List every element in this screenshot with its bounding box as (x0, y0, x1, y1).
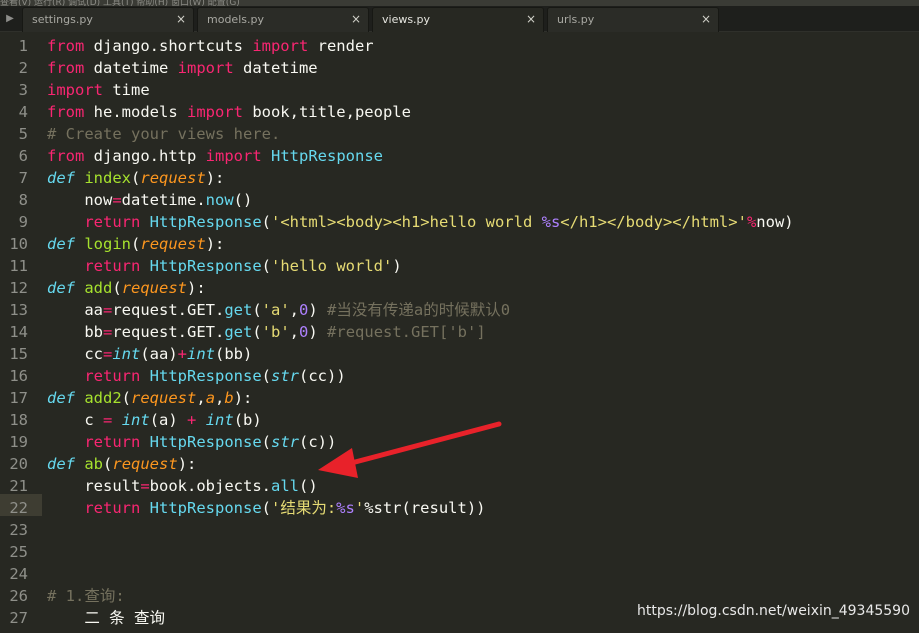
code-line[interactable]: # 1.查询: (47, 585, 125, 607)
line-number: 1 (18, 37, 28, 55)
code-line[interactable]: 二 条 查询 (47, 607, 165, 629)
line-number: 8 (18, 191, 28, 209)
close-icon[interactable]: × (351, 12, 361, 26)
line-number: 10 (9, 235, 28, 253)
code-line[interactable]: def login(request): (47, 233, 224, 255)
line-number: 7 (18, 169, 28, 187)
code-line[interactable]: return HttpResponse('hello world') (47, 255, 401, 277)
line-number: 4 (18, 103, 28, 121)
code-line[interactable]: from django.http import HttpResponse (47, 145, 383, 167)
line-number: 2 (18, 59, 28, 77)
line-number: 15 (9, 345, 28, 363)
tab-nav-icon[interactable]: ▶ (0, 6, 20, 32)
line-number: 5 (18, 125, 28, 143)
line-number: 16 (9, 367, 28, 385)
tab-label: models.py (207, 13, 264, 26)
line-number: 11 (9, 257, 28, 275)
line-number: 6 (18, 147, 28, 165)
tab-bar: 查看(V) 运行(R) 调试(D) 工具(T) 帮助(H) 窗口(W) 配置(G… (0, 0, 919, 32)
line-number: 12 (9, 279, 28, 297)
code-line[interactable]: from he.models import book,title,people (47, 101, 411, 123)
watermark-url: https://blog.csdn.net/weixin_49345590 (636, 603, 910, 619)
line-number: 20 (9, 455, 28, 473)
code-line[interactable]: return HttpResponse(str(cc)) (47, 365, 345, 387)
line-number: 19 (9, 433, 28, 451)
code-line[interactable]: now=datetime.now() (47, 189, 252, 211)
code-line[interactable]: result=book.objects.all() (47, 475, 317, 497)
code-line[interactable]: cc=int(aa)+int(bb) (47, 343, 252, 365)
line-number: 13 (9, 301, 28, 319)
line-number: 26 (9, 587, 28, 605)
menu-strip: 查看(V) 运行(R) 调试(D) 工具(T) 帮助(H) 窗口(W) 配置(G… (0, 0, 919, 6)
line-number: 21 (9, 477, 28, 495)
line-number: 9 (18, 213, 28, 231)
code-line[interactable]: from django.shortcuts import render (47, 35, 374, 57)
code-line[interactable]: return HttpResponse('结果为:%s'%str(result)… (47, 497, 485, 519)
tab-label: settings.py (32, 13, 93, 26)
code-line[interactable]: def add2(request,a,b): (47, 387, 252, 409)
code-line[interactable]: aa=request.GET.get('a',0) #当没有传递a的时候默认0 (47, 299, 510, 321)
tab-models[interactable]: models.py × (197, 7, 369, 32)
line-number: 18 (9, 411, 28, 429)
line-number: 3 (18, 81, 28, 99)
tab-urls[interactable]: urls.py × (547, 7, 719, 32)
code-line[interactable]: import time (47, 79, 150, 101)
code-line[interactable]: bb=request.GET.get('b',0) #request.GET['… (47, 321, 485, 343)
code-line[interactable]: def add(request): (47, 277, 206, 299)
line-number: 24 (9, 565, 28, 583)
code-line[interactable]: def index(request): (47, 167, 224, 189)
line-number: 25 (9, 543, 28, 561)
line-number: 17 (9, 389, 28, 407)
code-editor[interactable]: 1 2 3 4 5 6 7 8 9 10 11 12 13 14 15 16 1… (0, 32, 919, 633)
code-line[interactable]: c = int(a) + int(b) (47, 409, 261, 431)
code-line[interactable]: return HttpResponse(str(c)) (47, 431, 336, 453)
line-number: 22 (9, 499, 28, 517)
line-number: 23 (9, 521, 28, 539)
line-number: 14 (9, 323, 28, 341)
close-icon[interactable]: × (526, 12, 536, 26)
tab-label: urls.py (557, 13, 595, 26)
close-icon[interactable]: × (701, 12, 711, 26)
tab-settings[interactable]: settings.py × (22, 7, 194, 32)
line-number: 27 (9, 609, 28, 627)
code-line[interactable]: # Create your views here. (47, 123, 280, 145)
code-line[interactable]: from datetime import datetime (47, 57, 318, 79)
close-icon[interactable]: × (176, 12, 186, 26)
tab-views[interactable]: views.py × (372, 7, 544, 32)
code-line[interactable]: def ab(request): (47, 453, 196, 475)
code-line[interactable]: return HttpResponse('<html><body><h1>hel… (47, 211, 793, 233)
tab-label: views.py (382, 13, 431, 26)
